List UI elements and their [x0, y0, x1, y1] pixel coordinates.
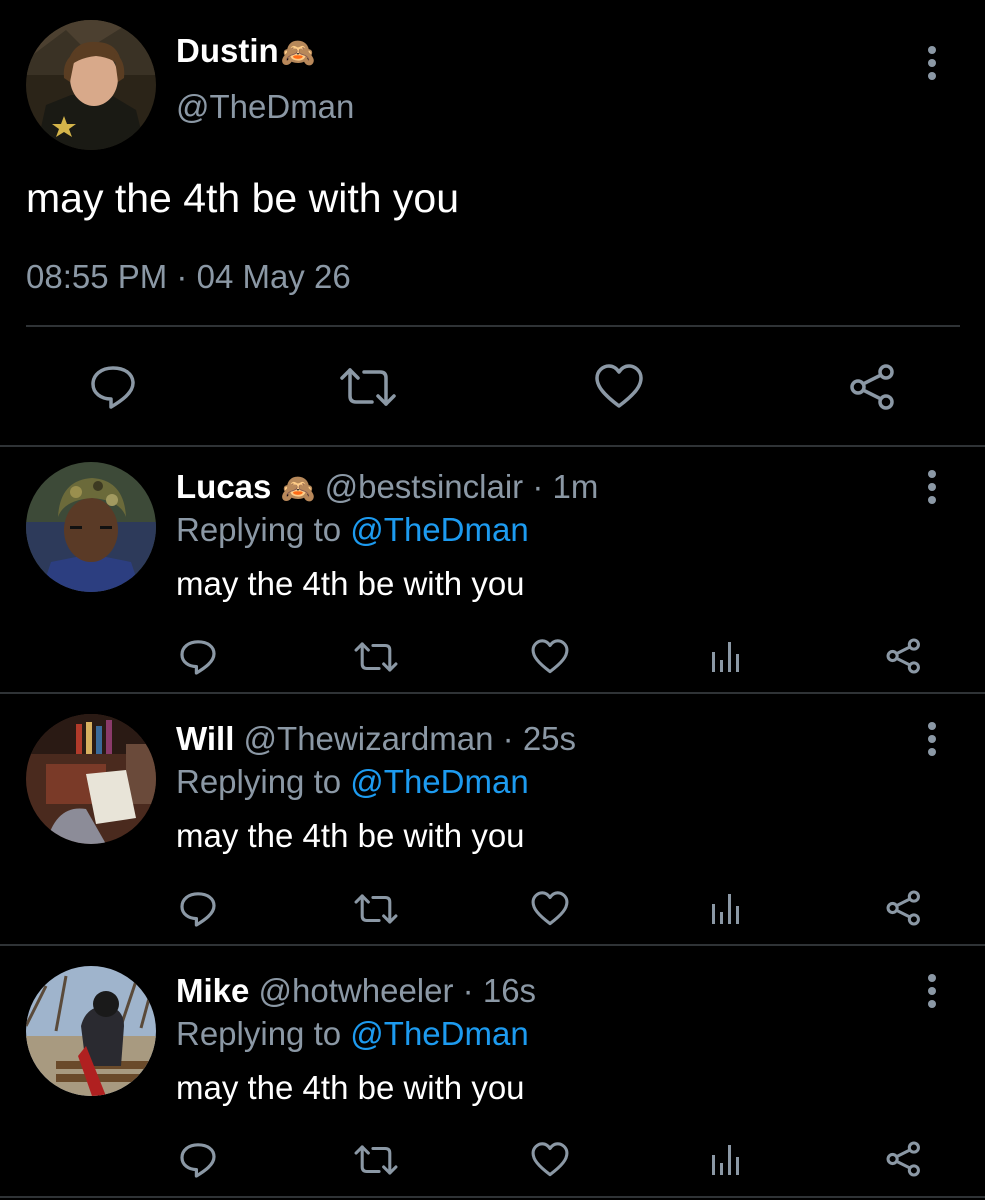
heart-icon[interactable]: [530, 889, 570, 929]
share-icon[interactable]: [885, 1140, 923, 1178]
more-icon[interactable]: [927, 46, 937, 80]
main-divider: [26, 325, 960, 327]
replying-to-line: Replying to @TheDman: [176, 1015, 529, 1053]
retweet-icon[interactable]: [353, 1140, 399, 1180]
reply-age: 25s: [522, 720, 577, 757]
header-separator: ·: [532, 468, 544, 505]
display-name-text: Dustin: [176, 32, 279, 69]
reply-icon[interactable]: [178, 1140, 218, 1180]
handle-lucas[interactable]: @bestsinclair: [325, 468, 524, 505]
tweet-time: 08:55 PM: [26, 258, 168, 295]
retweet-icon[interactable]: [353, 889, 399, 929]
main-display-name[interactable]: Dustin🙈: [176, 32, 316, 70]
tweet-date: 04 May 26: [196, 258, 351, 295]
main-handle[interactable]: @TheDman: [176, 88, 354, 126]
share-icon[interactable]: [885, 637, 923, 675]
see-no-evil-monkey-icon: 🙈: [280, 473, 316, 504]
avatar-will[interactable]: [26, 714, 156, 844]
reply-header-will: Will @Thewizardman · 25s: [176, 720, 576, 758]
main-tweet-text: may the 4th be with you: [26, 175, 460, 221]
avatar-mike[interactable]: [26, 966, 156, 1096]
more-icon[interactable]: [927, 470, 937, 504]
replying-to-link[interactable]: @TheDman: [350, 1015, 528, 1052]
avatar-dustin[interactable]: [26, 20, 156, 150]
display-name-mike[interactable]: Mike: [176, 972, 249, 1009]
reply-icon[interactable]: [178, 637, 218, 677]
reply-header-mike: Mike @hotwheeler · 16s: [176, 972, 536, 1010]
reply-age: 16s: [482, 972, 537, 1009]
replying-prefix: Replying to: [176, 763, 342, 800]
stats-icon[interactable]: [710, 638, 744, 674]
avatar-lucas[interactable]: [26, 462, 156, 592]
display-name-will[interactable]: Will: [176, 720, 234, 757]
header-separator: ·: [462, 972, 474, 1009]
heart-icon[interactable]: [593, 362, 645, 412]
stats-icon[interactable]: [710, 1141, 744, 1177]
display-name-lucas[interactable]: Lucas: [176, 468, 271, 505]
time-separator: ·: [176, 258, 188, 295]
more-icon[interactable]: [927, 722, 937, 756]
heart-icon[interactable]: [530, 1140, 570, 1180]
reply-text: may the 4th be with you: [176, 817, 525, 854]
main-timestamp: 08:55 PM · 04 May 26: [26, 258, 351, 296]
replying-prefix: Replying to: [176, 1015, 342, 1052]
reply-text: may the 4th be with you: [176, 1069, 525, 1106]
heart-icon[interactable]: [530, 637, 570, 677]
replying-to-line: Replying to @TheDman: [176, 511, 529, 549]
reply-divider: [0, 692, 985, 694]
reply-divider: [0, 1196, 985, 1198]
handle-mike[interactable]: @hotwheeler: [259, 972, 454, 1009]
replying-to-link[interactable]: @TheDman: [350, 511, 528, 548]
share-icon[interactable]: [885, 889, 923, 927]
retweet-icon[interactable]: [338, 362, 398, 412]
replying-to-link[interactable]: @TheDman: [350, 763, 528, 800]
retweet-icon[interactable]: [353, 637, 399, 677]
more-icon[interactable]: [927, 974, 937, 1008]
stats-icon[interactable]: [710, 890, 744, 926]
reply-divider: [0, 944, 985, 946]
replying-prefix: Replying to: [176, 511, 342, 548]
section-divider: [0, 445, 985, 447]
header-separator: ·: [502, 720, 514, 757]
reply-icon[interactable]: [88, 362, 138, 412]
replying-to-line: Replying to @TheDman: [176, 763, 529, 801]
reply-icon[interactable]: [178, 889, 218, 929]
handle-will[interactable]: @Thewizardman: [244, 720, 494, 757]
reply-text: may the 4th be with you: [176, 565, 525, 602]
reply-age: 1m: [552, 468, 599, 505]
share-icon[interactable]: [848, 362, 898, 412]
see-no-evil-monkey-icon: 🙈: [280, 37, 316, 68]
reply-header-lucas: Lucas 🙈 @bestsinclair · 1m: [176, 468, 598, 506]
